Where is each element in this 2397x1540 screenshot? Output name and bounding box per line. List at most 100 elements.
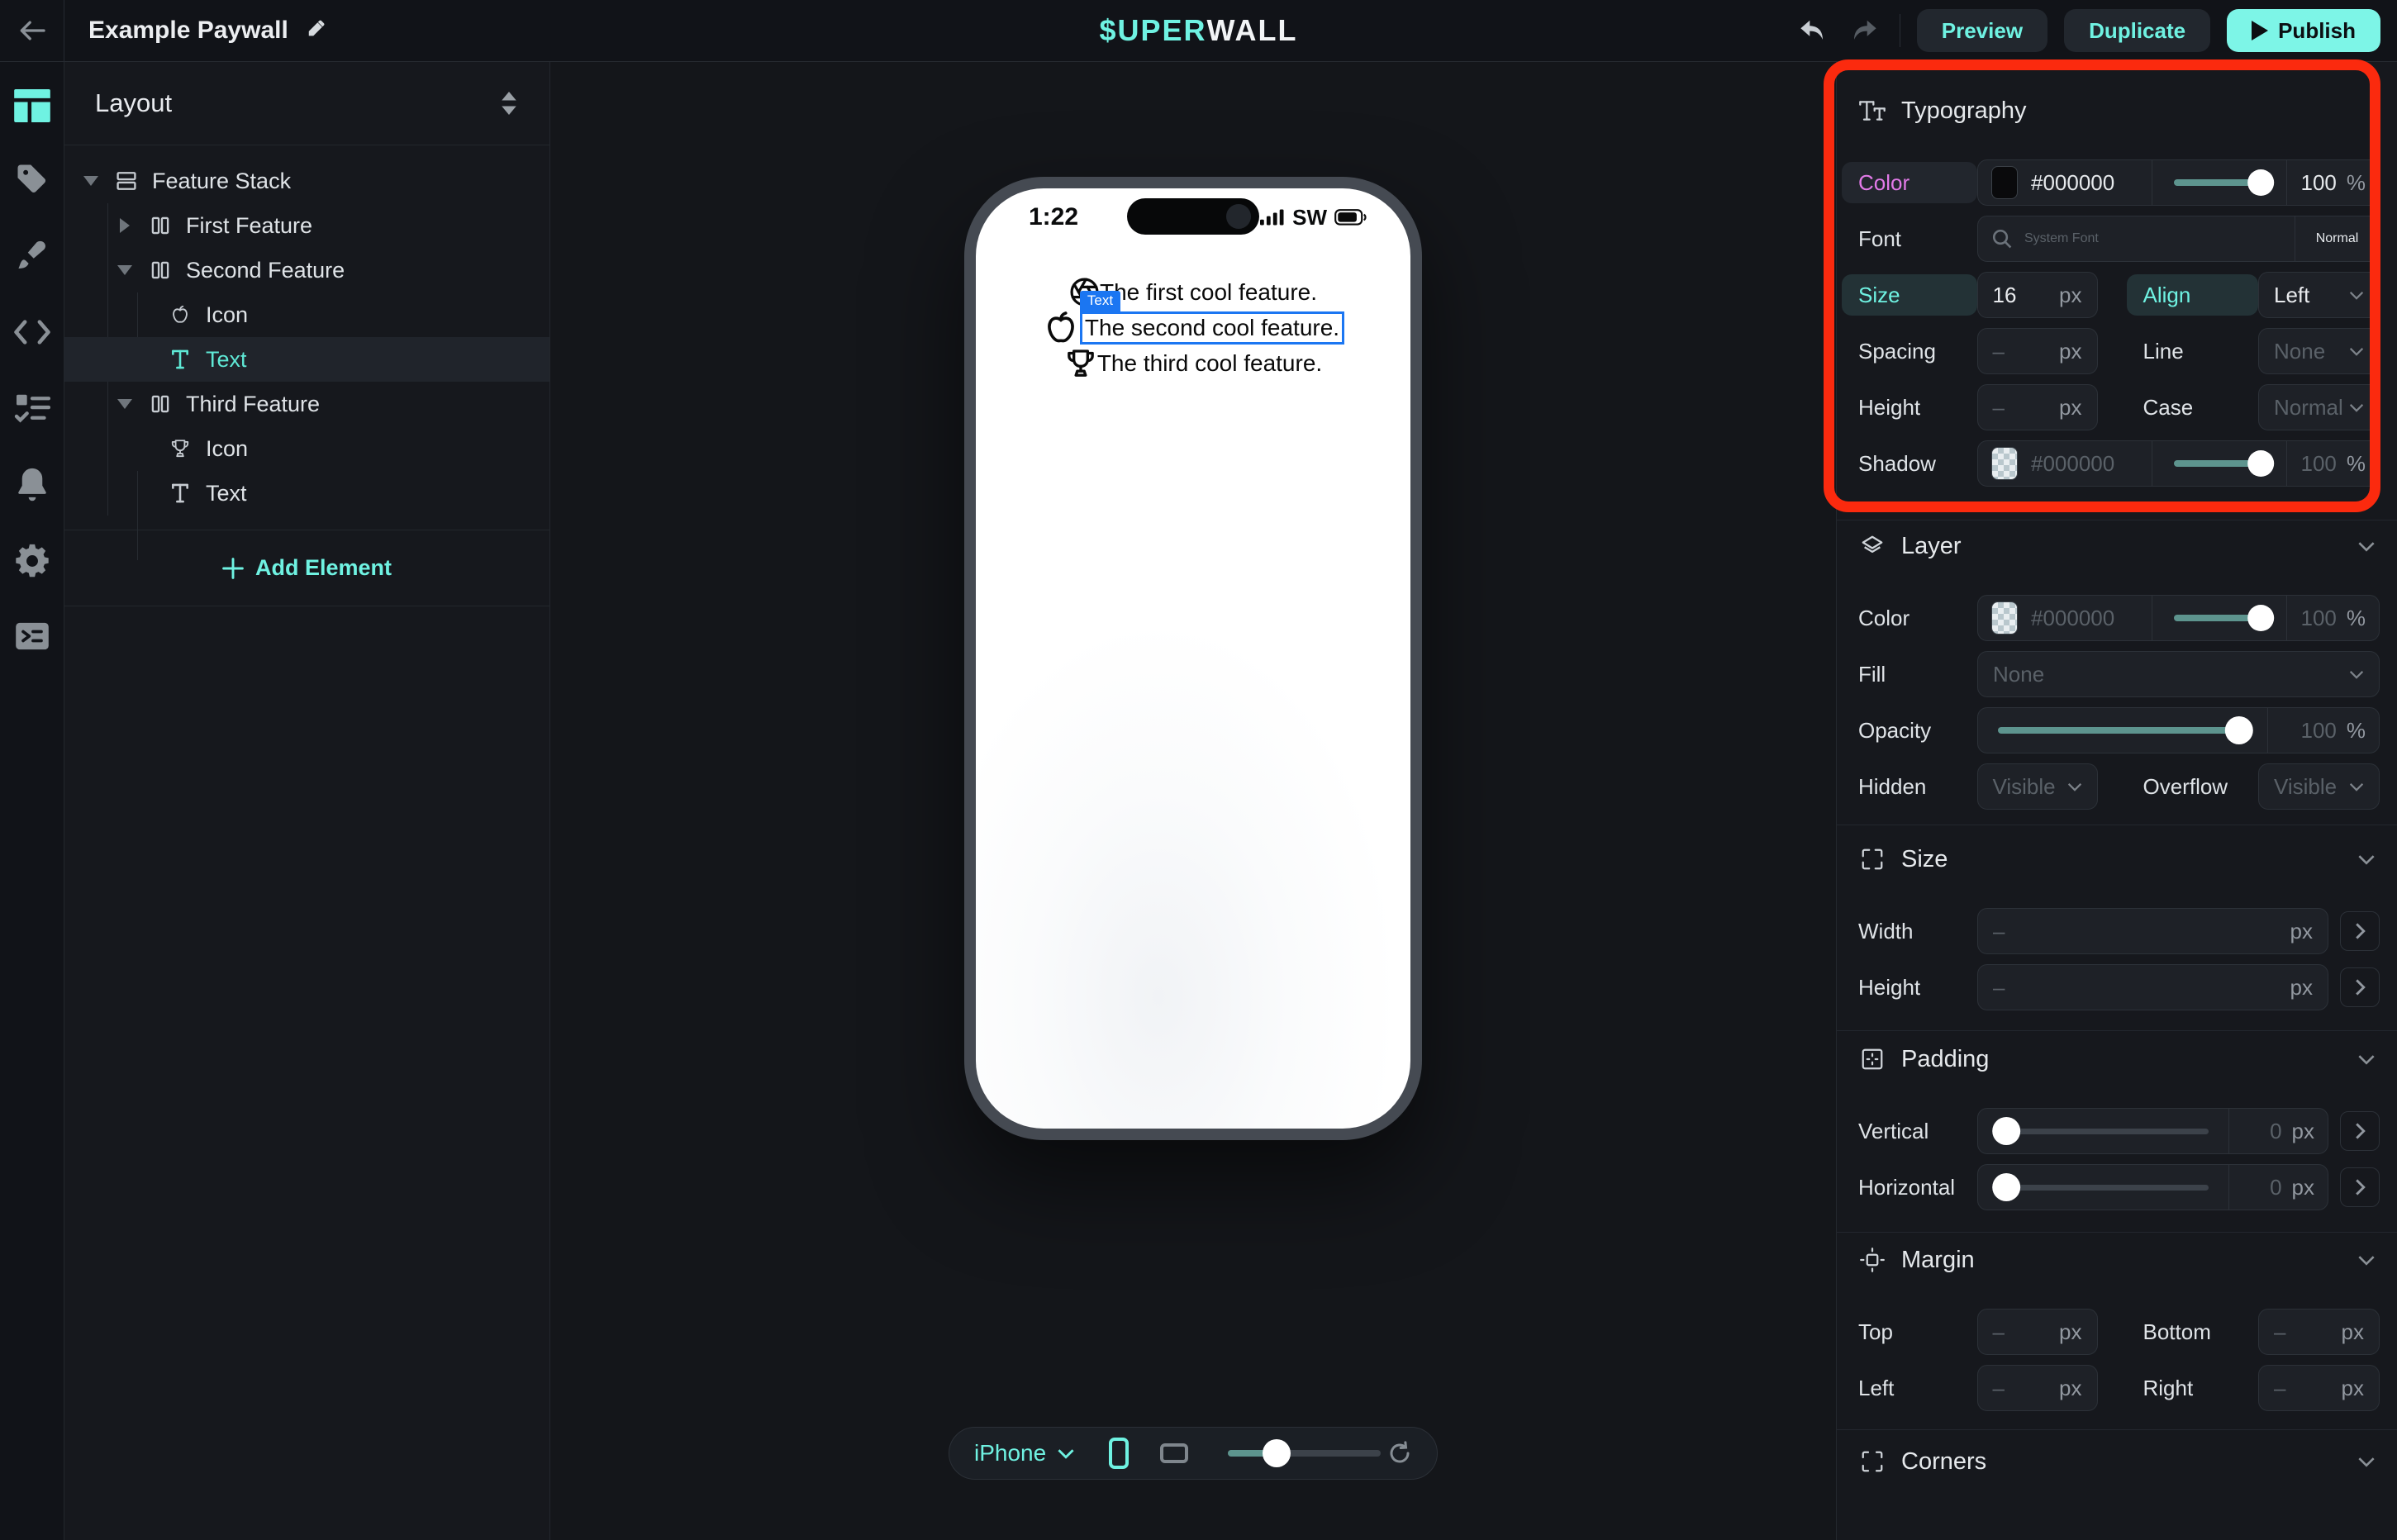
sidebar-item-products[interactable] [0, 154, 64, 204]
typography-header[interactable]: Typography [1837, 85, 2397, 136]
slider-thumb[interactable] [2247, 450, 2274, 477]
canvas[interactable]: 1:22 SW [551, 62, 1836, 1540]
shadow-swatch[interactable] [1991, 447, 2018, 480]
font-search-field[interactable]: System Font [1978, 216, 2295, 261]
width-input[interactable]: – px [1977, 908, 2328, 954]
refresh-icon[interactable] [1387, 1440, 1412, 1466]
spacing-value[interactable]: – [1993, 339, 2005, 364]
height-value[interactable]: – [1993, 975, 2005, 1001]
color-opacity-value[interactable]: 100 % [2286, 160, 2379, 205]
slider-thumb[interactable] [1992, 1117, 2020, 1145]
color-hex-group[interactable]: #000000 [1978, 160, 2152, 205]
shadow-hex-group[interactable]: #000000 [1978, 441, 2152, 486]
sidebar-item-checklist[interactable] [0, 383, 64, 433]
zoom-slider-thumb[interactable] [1263, 1439, 1291, 1467]
size-header[interactable]: Size [1837, 834, 2397, 885]
portrait-orientation-button[interactable] [1109, 1438, 1129, 1469]
text-case-select[interactable]: Normal [2258, 384, 2380, 430]
chevron-down-icon[interactable] [2357, 854, 2376, 865]
shadow-hex-value[interactable]: #000000 [2031, 451, 2114, 477]
chevron-down-icon[interactable] [2357, 1054, 2376, 1065]
line-style-select[interactable]: None [2258, 328, 2380, 374]
margin-left-value[interactable]: – [1993, 1376, 2005, 1401]
color-swatch[interactable] [1991, 166, 2018, 199]
width-value[interactable]: – [1993, 919, 2005, 944]
sort-icon[interactable] [500, 92, 518, 115]
margin-left-input[interactable]: – px [1977, 1365, 2098, 1411]
redo-icon[interactable] [1847, 12, 1883, 49]
tree-item-icon-2[interactable]: Icon [64, 292, 549, 337]
feature-text[interactable]: The third cool feature. [1097, 350, 1322, 377]
selected-element-outline[interactable]: Text The second cool feature. [1080, 311, 1344, 345]
layer-color-opacity-slider[interactable] [2152, 596, 2287, 640]
align-select[interactable]: Left [2258, 272, 2380, 318]
width-expand-button[interactable] [2340, 911, 2380, 951]
tree-item-second-feature[interactable]: Second Feature [64, 248, 549, 292]
fill-select[interactable]: None [1977, 651, 2380, 697]
margin-header[interactable]: Margin [1837, 1234, 2397, 1286]
line-height-input[interactable]: – px [1977, 384, 2098, 430]
line-height-value[interactable]: – [1993, 395, 2005, 421]
layer-header[interactable]: Layer [1837, 520, 2397, 572]
feature-row-2[interactable]: Text The second cool feature. [1042, 310, 1344, 345]
opacity-number[interactable]: 100 [2300, 170, 2336, 196]
sidebar-item-console[interactable] [0, 611, 64, 661]
font-size-value[interactable]: 16 [1993, 283, 2017, 308]
chevron-down-icon[interactable] [2357, 1255, 2376, 1266]
padding-header[interactable]: Padding [1837, 1034, 2397, 1085]
color-opacity-slider[interactable] [2152, 160, 2287, 205]
shadow-opacity-value[interactable]: 100 % [2286, 441, 2379, 486]
layer-color-swatch[interactable] [1991, 601, 2018, 635]
canvas-zoom-slider[interactable] [1228, 1450, 1381, 1457]
overflow-select[interactable]: Visible [2258, 763, 2380, 810]
font-weight-select[interactable]: Normal [2295, 216, 2379, 261]
margin-right-value[interactable]: – [2274, 1376, 2285, 1401]
sidebar-item-code[interactable] [0, 307, 64, 357]
caret-down-icon[interactable] [83, 176, 99, 186]
layer-color-opacity-value[interactable]: 100 % [2286, 596, 2379, 640]
slider-thumb[interactable] [2247, 605, 2274, 631]
layer-color-hex-group[interactable]: #000000 [1978, 596, 2152, 640]
padding-number[interactable]: 0 [2270, 1175, 2281, 1200]
letter-spacing-input[interactable]: – px [1977, 328, 2098, 374]
margin-right-input[interactable]: – px [2258, 1365, 2380, 1411]
size-chip[interactable]: Size [1842, 274, 1977, 316]
margin-bottom-value[interactable]: – [2274, 1319, 2285, 1345]
sidebar-item-theme[interactable] [0, 232, 64, 282]
tree-item-icon-3[interactable]: Icon [64, 426, 549, 471]
opacity-number[interactable]: 100 [2300, 718, 2336, 744]
feature-text-selected[interactable]: The second cool feature. [1085, 315, 1339, 340]
slider-thumb[interactable] [1992, 1173, 2020, 1201]
tree-item-third-feature[interactable]: Third Feature [64, 382, 549, 426]
tree-item-text-2-selected[interactable]: Text [64, 337, 549, 382]
back-button[interactable] [0, 0, 64, 61]
layer-color-hex-value[interactable]: #000000 [2031, 606, 2114, 631]
height-input[interactable]: – px [1977, 964, 2328, 1010]
feature-text[interactable]: The first cool feature. [1100, 279, 1317, 306]
color-variable-chip[interactable]: Color [1842, 162, 1977, 203]
shadow-opacity-slider[interactable] [2152, 441, 2287, 486]
caret-right-icon[interactable] [117, 218, 133, 233]
color-hex-value[interactable]: #000000 [2031, 170, 2114, 196]
slider-thumb[interactable] [2225, 716, 2253, 744]
margin-top-value[interactable]: – [1993, 1319, 2005, 1345]
device-selector[interactable]: iPhone [974, 1440, 1074, 1466]
chevron-down-icon[interactable] [2357, 541, 2376, 552]
margin-top-input[interactable]: – px [1977, 1309, 2098, 1355]
hidden-select[interactable]: Visible [1977, 763, 2098, 810]
opacity-number[interactable]: 100 [2300, 606, 2336, 631]
sidebar-item-settings[interactable] [0, 536, 64, 586]
vertical-padding-value[interactable]: 0 px [2228, 1109, 2328, 1153]
height-expand-button[interactable] [2340, 967, 2380, 1007]
edit-title-button[interactable] [307, 20, 328, 41]
horizontal-padding-slider[interactable] [1978, 1165, 2228, 1210]
opacity-number[interactable]: 100 [2300, 451, 2336, 477]
margin-bottom-input[interactable]: – px [2258, 1309, 2380, 1355]
font-size-input[interactable]: 16 px [1977, 272, 2098, 318]
tree-item-feature-stack[interactable]: Feature Stack [64, 159, 549, 203]
tree-item-text-3[interactable]: Text [64, 471, 549, 516]
preview-button[interactable]: Preview [1917, 9, 2047, 52]
horizontal-padding-value[interactable]: 0 px [2228, 1165, 2328, 1210]
tree-item-first-feature[interactable]: First Feature [64, 203, 549, 248]
opacity-value[interactable]: 100 % [2267, 708, 2379, 753]
